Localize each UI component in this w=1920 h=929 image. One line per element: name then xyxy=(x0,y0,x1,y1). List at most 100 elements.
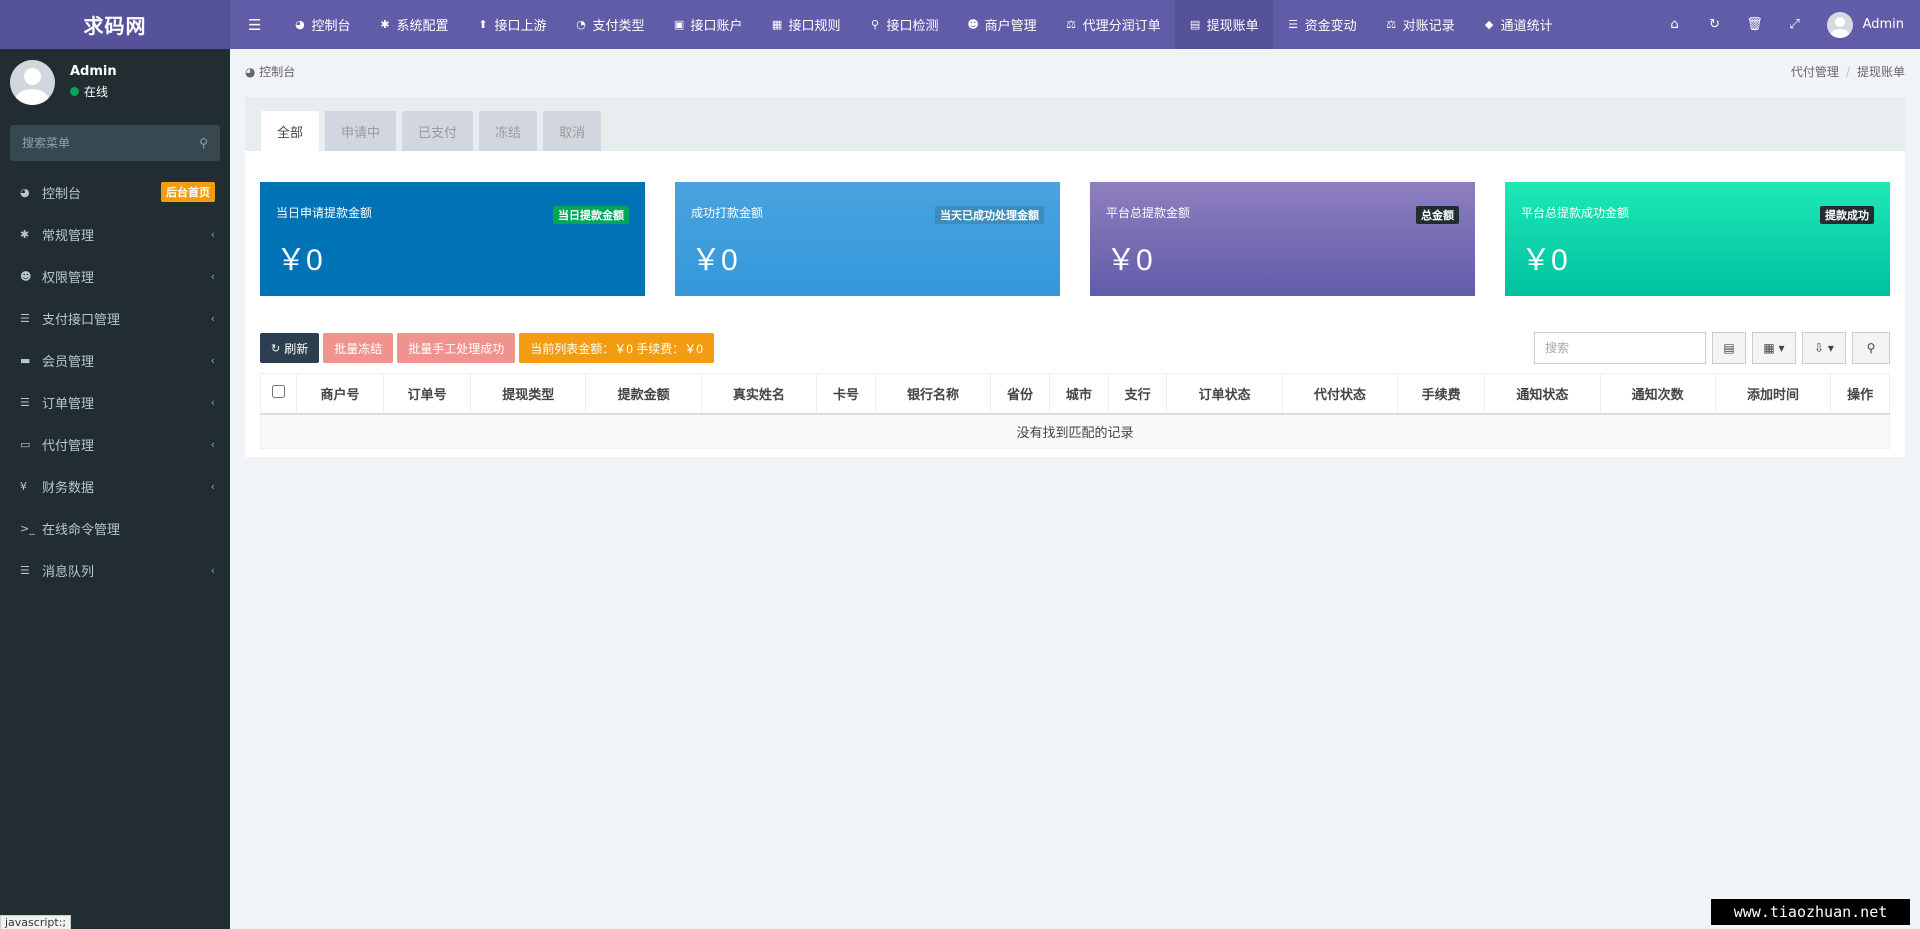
column-header[interactable]: 通知次数 xyxy=(1599,373,1716,415)
content-panel: 全部 申请中 已支付 冻结 取消 当日申请提款金额 当日提款金额 ￥0 成功打款金额 当天已成功… xyxy=(245,97,1905,457)
stat-card: 成功打款金额 当天已成功处理金额 ￥0 xyxy=(675,182,1060,296)
breadcrumb: ◕ 控制台 代付管理 / 提现账单 xyxy=(230,49,1920,93)
user-icon: ☻ xyxy=(967,18,979,31)
chevron-left-icon: ‹ xyxy=(210,353,215,367)
column-header[interactable]: 省份 xyxy=(990,373,1050,415)
home-button[interactable]: ⌂ xyxy=(1655,17,1695,32)
top-nav-item[interactable]: ▦ 接口规则 xyxy=(757,0,855,49)
table-toolbar: ↻刷新 批量冻结 批量手工处理成功 当前列表金额：￥0 手续费：￥0 ▤ ▦ ▾… xyxy=(260,332,1890,364)
list-icon: ☰ xyxy=(20,311,30,325)
batch-manual-button[interactable]: 批量手工处理成功 xyxy=(397,333,516,363)
home-badge: 后台首页 xyxy=(161,182,215,202)
top-header: 求码网 ☰ ◕ 控制台 ✱ 系统配置 ⬆ 接口上游 ◔ 支付类型 ▣ 接口账户 ▦ 接口规则 ⚲ 接口检测… xyxy=(0,0,1920,49)
column-header[interactable]: 城市 xyxy=(1048,373,1109,415)
top-nav-item[interactable]: ⚲ 接口检测 xyxy=(855,0,953,49)
column-header[interactable]: 通知状态 xyxy=(1484,373,1601,415)
columns-dropdown[interactable]: ▦ ▾ xyxy=(1752,332,1796,364)
column-header[interactable]: 手续费 xyxy=(1397,373,1486,415)
clear-button[interactable]: 🗑 xyxy=(1735,17,1775,32)
user-panel: Admin 在线 xyxy=(0,49,230,115)
column-header[interactable]: 真实姓名 xyxy=(700,373,818,415)
top-nav-label: 接口账户 xyxy=(690,19,743,34)
chevron-left-icon: ‹ xyxy=(210,269,215,283)
top-nav-item[interactable]: ⬆ 接口上游 xyxy=(462,0,560,49)
export-dropdown[interactable]: ⇩ ▾ xyxy=(1802,332,1846,364)
sidebar-item[interactable]: ¥ 财务数据 ‹ xyxy=(0,465,230,507)
sidebar-toggle-button[interactable]: ☰ xyxy=(230,0,279,49)
column-header[interactable]: 操作 xyxy=(1830,373,1890,415)
tab[interactable]: 取消 xyxy=(543,111,602,151)
diamond-icon: ◆ xyxy=(1484,18,1494,31)
refresh-button[interactable]: ↻ 刷新 xyxy=(260,333,320,363)
column-header[interactable]: 提款金额 xyxy=(585,373,702,415)
sidebar: Admin 在线 ⚲ ◕控制台后台首页✱常规管理‹☻权限管理‹☰支付接口管理‹▬… xyxy=(0,49,230,929)
pie-icon: ◔ xyxy=(576,18,586,31)
sidebar-item[interactable]: ☻ 权限管理 ‹ xyxy=(0,255,230,297)
table-icon: ▤ xyxy=(1723,341,1735,355)
sidebar-item[interactable]: ☰ 订单管理 ‹ xyxy=(0,381,230,423)
column-header[interactable]: 代付状态 xyxy=(1281,373,1399,415)
top-nav-item[interactable]: ◆ 通道统计 xyxy=(1469,0,1567,49)
toggle-view-button[interactable]: ▤ xyxy=(1712,332,1746,364)
search-icon[interactable]: ⚲ xyxy=(199,136,208,150)
tab[interactable]: 已支付 xyxy=(402,111,474,151)
sidebar-item[interactable]: ☰ 支付接口管理 ‹ xyxy=(0,297,230,339)
tab[interactable]: 冻结 xyxy=(479,111,538,151)
page-title: ◕ 控制台 xyxy=(245,64,296,79)
status-bar-tooltip: javascript:; xyxy=(0,915,72,929)
batch-freeze-button[interactable]: 批量冻结 xyxy=(323,333,394,363)
sidebar-item[interactable]: ◕ 控制台 后台首页 xyxy=(0,171,230,213)
withdrawal-table: 商户号 订单号 提现类型 提款金额 真实姓名 卡号 银行名称 省份 城市 支行 订单状态 代付状态 手续… xyxy=(260,373,1890,449)
column-header[interactable]: 提现类型 xyxy=(470,373,587,415)
user-menu[interactable]: Admin xyxy=(1826,11,1904,38)
column-header[interactable]: 卡号 xyxy=(816,373,876,415)
fullscreen-button[interactable]: ⤢ xyxy=(1775,17,1815,32)
top-nav-item[interactable]: ⚖ 对账记录 xyxy=(1371,0,1469,49)
search-button[interactable]: ⚲ xyxy=(1852,332,1890,364)
top-nav-item[interactable]: ◔ 支付类型 xyxy=(561,0,659,49)
sidebar-item[interactable]: ✱ 常规管理 ‹ xyxy=(0,213,230,255)
column-header[interactable]: 订单号 xyxy=(383,373,472,415)
top-nav-item[interactable]: ☰ 资金变动 xyxy=(1273,0,1371,49)
top-nav-label: 资金变动 xyxy=(1304,19,1357,34)
column-header[interactable]: 银行名称 xyxy=(874,373,992,415)
stat-card-value: ￥0 xyxy=(1106,244,1153,277)
column-header[interactable]: 商户号 xyxy=(295,373,385,415)
table-row: 没有找到匹配的记录 xyxy=(260,413,1890,449)
dashboard-icon: ◕ xyxy=(20,185,30,199)
table-search-input[interactable] xyxy=(1534,332,1706,364)
logo[interactable]: 求码网 xyxy=(0,0,230,49)
card-icon: ▤ xyxy=(1189,18,1201,31)
sidebar-item[interactable]: ▭ 代付管理 ‹ xyxy=(0,423,230,465)
sidebar-item[interactable]: ▬ 会员管理 ‹ xyxy=(0,339,230,381)
sidebar-item[interactable]: >_ 在线命令管理 xyxy=(0,507,230,549)
users-icon: ☻ xyxy=(20,269,32,283)
column-header[interactable]: 添加时间 xyxy=(1714,373,1832,415)
dashboard-icon: ◕ xyxy=(245,64,260,79)
breadcrumb-parent[interactable]: 代付管理 xyxy=(1791,65,1839,79)
tab[interactable]: 全部 xyxy=(261,111,320,151)
top-nav-item[interactable]: ⚖ 代理分润订单 xyxy=(1051,0,1175,49)
top-nav-item[interactable]: ☻ 商户管理 xyxy=(953,0,1051,49)
column-header[interactable]: 订单状态 xyxy=(1166,373,1283,415)
column-header[interactable]: 支行 xyxy=(1107,373,1168,415)
sidebar-search-input[interactable] xyxy=(22,136,200,150)
card-icon: ▬ xyxy=(20,353,31,367)
top-nav-item[interactable]: ✱ 系统配置 xyxy=(364,0,462,49)
top-nav-item[interactable]: ◕ 控制台 xyxy=(279,0,364,49)
refresh-cache-button[interactable]: ↻ xyxy=(1695,17,1735,32)
tab[interactable]: 申请中 xyxy=(325,111,397,151)
breadcrumb-trail: 代付管理 / 提现账单 xyxy=(1790,64,1905,79)
top-nav-item[interactable]: ▤ 提现账单 xyxy=(1174,0,1273,49)
home-icon: ⌂ xyxy=(1670,17,1679,32)
top-nav-item[interactable]: ▣ 接口账户 xyxy=(659,0,757,49)
balance-icon: ⚖ xyxy=(1386,18,1397,31)
stat-card-tag: 当日提款金额 xyxy=(553,206,629,224)
select-all-checkbox[interactable] xyxy=(272,384,285,398)
top-nav-label: 接口检测 xyxy=(886,19,939,34)
top-nav-label: 提现账单 xyxy=(1206,19,1259,34)
sidebar-item[interactable]: ☰ 消息队列 ‹ xyxy=(0,549,230,591)
stat-card-tag: 总金额 xyxy=(1416,206,1459,224)
chevron-left-icon: ‹ xyxy=(210,227,215,241)
sidebar-item-label: 在线命令管理 xyxy=(42,522,121,538)
